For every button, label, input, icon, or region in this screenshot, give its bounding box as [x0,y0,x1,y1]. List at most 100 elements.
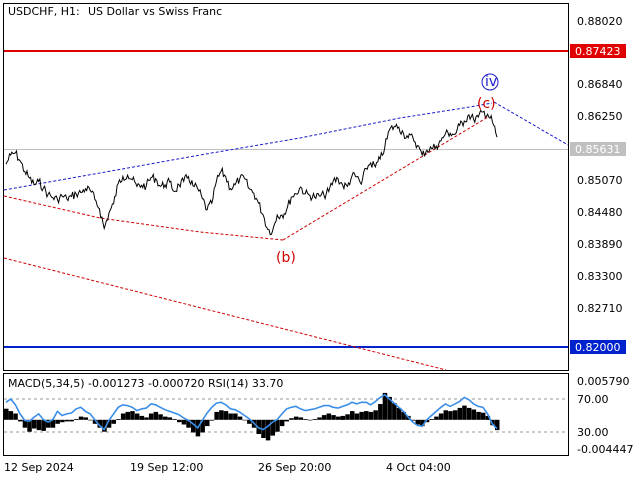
macd-bar [466,407,472,420]
macd-bar [237,416,243,420]
macd-bar [434,416,439,420]
current-price-tag: 0.85631 [570,142,626,156]
rsi-line [5,393,498,431]
macd-bar [83,417,88,420]
resistance-price-tag: 0.87423 [570,44,626,58]
macd-bar [125,411,130,420]
symbol-description: US Dollar vs Swiss Franc [88,5,222,18]
macd-bar [336,416,341,420]
macd-bar [289,418,294,420]
macd-bar [32,419,37,429]
macd-bar [495,419,500,431]
macd-bar [443,410,448,420]
macd-bar [448,411,453,420]
macd-bar [359,411,364,420]
macd-bar [471,409,477,420]
price-chart[interactable]: USDCHF, H1: US Dollar vs Swiss Franc 0.8… [0,0,640,480]
x-tick-label: 19 Sep 12:00 [130,461,203,474]
macd-bar [8,411,14,420]
macd-bar [69,419,74,422]
macd-bar [354,413,360,420]
macd-bar [139,415,145,420]
macd-bar [438,413,444,420]
macd-bar [55,419,60,424]
macd-bar [317,417,322,420]
macd-bar [158,414,163,420]
x-axis: 12 Sep 2024 19 Sep 12:00 26 Sep 20:00 4 … [4,461,451,474]
macd-bar [312,419,318,420]
y-tick-label: -0.004447 [577,443,633,456]
macd-bar [476,411,481,420]
macd-bar [214,411,219,420]
y-tick-label: 0.86840 [577,78,623,91]
macd-bar [378,404,383,420]
indicator-y-axis: 0.005790 70.00 30.00 -0.004447 [577,375,633,456]
y-tick-label: 0.84480 [577,206,623,219]
svg-text:0.87423: 0.87423 [575,45,621,58]
macd-bar [4,408,9,420]
macd-bar [321,415,327,420]
long-trend-line [3,257,447,371]
macd-bar [74,419,79,420]
macd-bar [60,419,65,423]
wave-label-b: (b) [276,250,296,266]
macd-bar [116,419,121,420]
symbol-label: USDCHF, H1: [8,5,80,18]
y-axis: 0.88020 0.86840 0.86250 0.85070 0.84480 … [577,15,623,315]
macd-bar [223,411,229,420]
macd-bar [307,419,313,421]
x-tick-label: 12 Sep 2024 [4,461,74,474]
y-tick-label: 0.83300 [577,270,623,283]
macd-bar [167,417,173,420]
macd-bar [340,415,346,420]
macd-bar [144,417,149,420]
y-tick-label: 30.00 [577,426,609,439]
y-tick-label: 0.005790 [577,375,630,388]
x-tick-label: 4 Oct 04:00 [386,461,451,474]
wave-label-c: (c) [477,96,496,112]
support-price-tag: 0.82000 [570,340,626,354]
macd-bar [350,411,355,420]
y-tick-label: 0.82710 [577,302,623,315]
y-tick-label: 0.85070 [577,174,623,187]
macd-bar [284,419,289,422]
x-tick-label: 26 Sep 20:00 [258,461,331,474]
macd-bar [209,419,215,421]
macd-bar [111,419,116,424]
macd-bar [373,410,378,420]
macd-bar [331,415,336,420]
macd-bar [429,419,434,420]
macd-bar [18,419,23,422]
macd-bar [78,416,84,420]
macd-bar [36,419,42,431]
wave-projection-line [493,101,569,146]
macd-histogram [4,392,500,441]
macd-bar [303,419,308,420]
wave-c-channel-line [282,116,489,241]
svg-text:0.85631: 0.85631 [575,143,621,156]
macd-bar [205,419,210,427]
macd-bar [88,419,93,421]
macd-bar [134,413,140,420]
macd-bar [326,413,332,420]
y-tick-label: 0.86250 [577,110,623,123]
indicator-title: MACD(5,34,5) -0.001273 -0.000720 RSI(14)… [8,377,283,390]
macd-bar [153,411,159,420]
macd-bar [368,411,374,420]
macd-bar [233,413,238,420]
macd-bar [345,414,350,420]
y-tick-label: 0.83890 [577,238,623,251]
macd-bar [120,413,126,420]
macd-bar [452,410,458,420]
price-series-line [5,109,498,236]
macd-bar [163,416,168,420]
macd-bar [275,419,280,432]
macd-bar [177,419,182,423]
macd-bar [364,411,369,420]
macd-bar [480,412,486,420]
macd-bar [13,413,18,420]
wave-label-iv: iv [485,74,497,90]
macd-bar [219,410,224,420]
macd-bar [242,419,247,421]
macd-bar [265,419,271,441]
